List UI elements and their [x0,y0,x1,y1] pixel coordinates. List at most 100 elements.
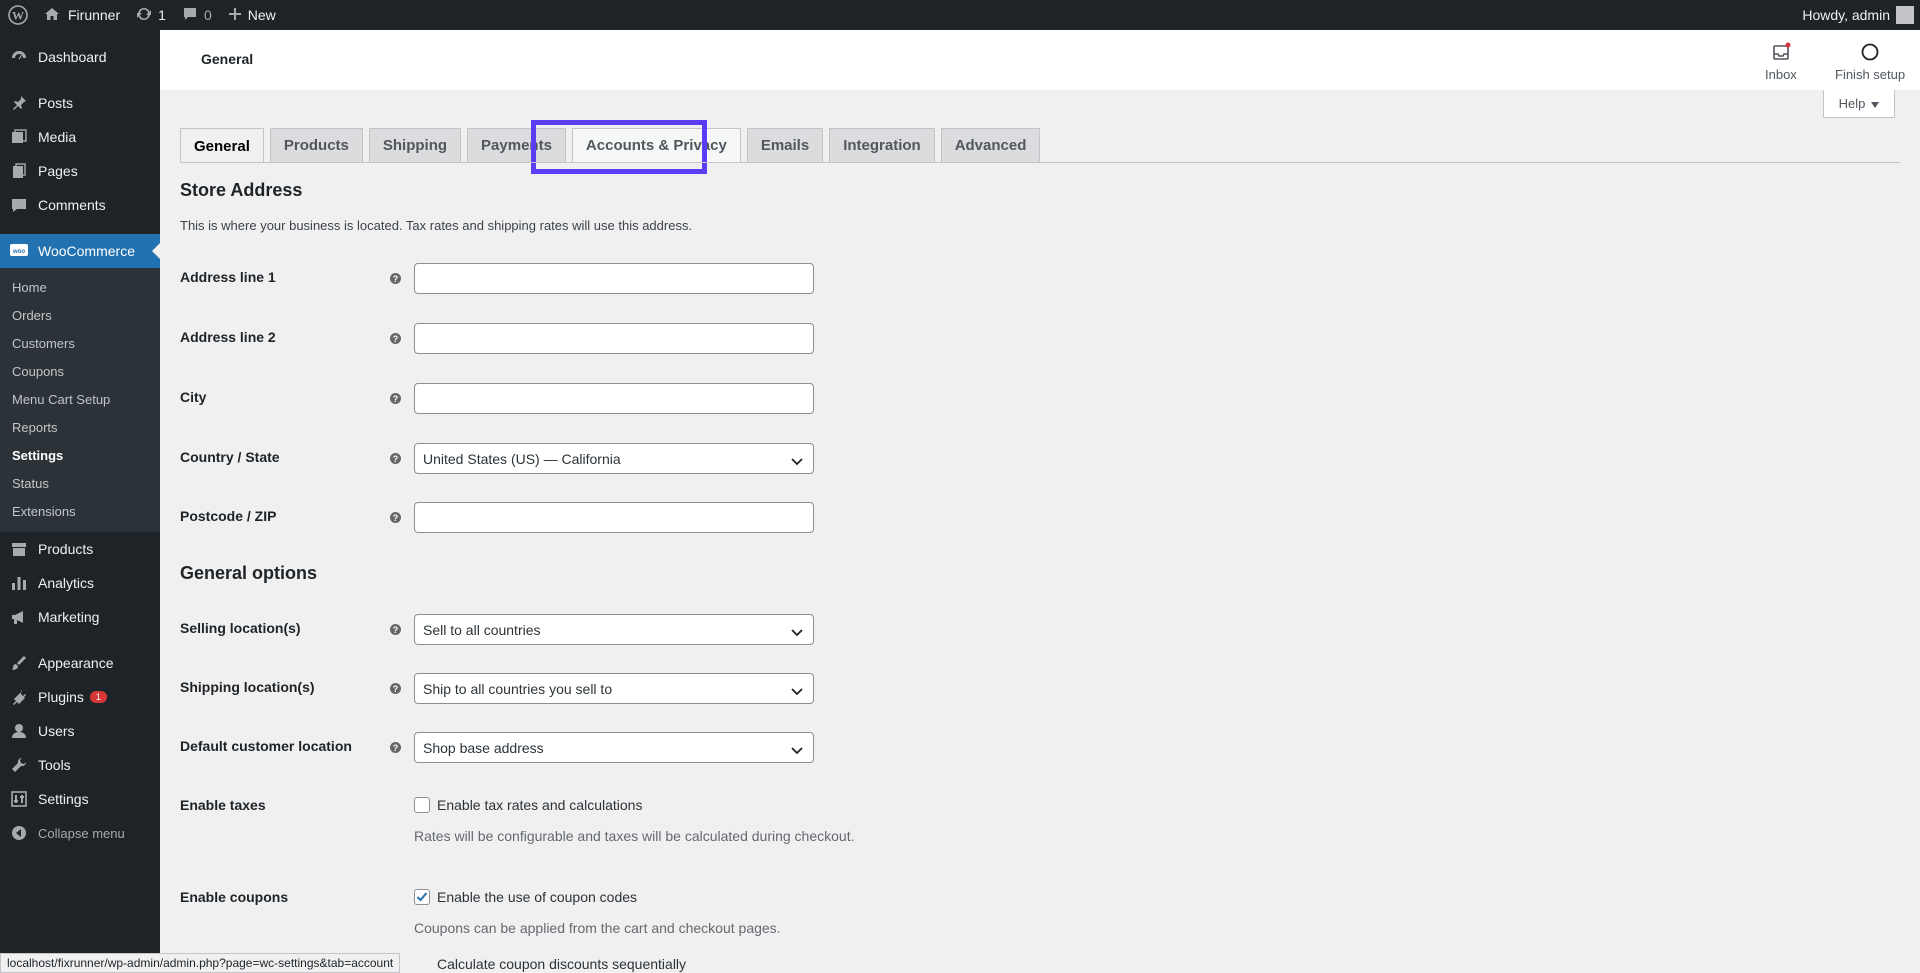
enable-taxes-checkbox-label[interactable]: Enable tax rates and calculations [437,797,642,813]
inbox-button[interactable]: Inbox [1765,42,1797,82]
menu-label: Tools [38,757,71,773]
menu-label: WooCommerce [38,243,135,259]
help-tip-icon[interactable]: ? [390,333,401,344]
help-tip-icon[interactable]: ? [390,683,401,694]
wordpress-logo-icon[interactable]: W [0,0,36,30]
address-line-2-input[interactable] [414,323,814,354]
menu-label: Analytics [38,575,95,591]
media-icon [10,128,28,146]
enable-taxes-checkbox[interactable] [414,797,430,813]
woocommerce-icon: woo [10,242,28,260]
menu-settings[interactable]: Settings [0,782,160,816]
city-input[interactable] [414,383,814,414]
wrench-icon [10,756,28,774]
collapse-arrow-icon [10,824,28,842]
submenu-extensions[interactable]: Extensions [0,498,160,526]
default-customer-location-select[interactable]: Shop base address [414,732,814,763]
shipping-locations-select[interactable]: Ship to all countries you sell to [414,673,814,704]
selling-locations-value: Sell to all countries [423,621,541,638]
page-header: General Inbox Finish setup [160,30,1920,90]
plugins-update-badge: 1 [89,691,107,703]
tab-general[interactable]: General [180,128,264,163]
help-label: Help [1838,96,1866,111]
site-name-link[interactable]: Firunner [36,0,128,30]
collapse-menu-button[interactable]: Collapse menu [0,816,160,850]
address-line-1-input[interactable] [414,263,814,294]
page-title: General [201,51,254,67]
menu-comments[interactable]: Comments [0,188,160,222]
enable-coupons-checkbox-label[interactable]: Enable the use of coupon codes [437,889,637,905]
caret-down-icon [1871,96,1880,111]
help-tip-icon[interactable]: ? [390,624,401,635]
help-button[interactable]: Help [1823,90,1895,118]
site-name: Firunner [68,7,121,23]
inbox-label: Inbox [1765,67,1797,82]
browser-status-url: localhost/fixrunner/wp-admin/admin.php?p… [0,953,401,973]
megaphone-icon [10,608,28,626]
submenu-status[interactable]: Status [0,470,160,498]
help-tip-icon[interactable]: ? [390,393,401,404]
tab-products[interactable]: Products [269,128,363,162]
menu-label: Marketing [38,609,100,625]
comments-count: 0 [203,7,212,23]
menu-media[interactable]: Media [0,120,160,154]
woocommerce-submenu: Home Orders Customers Coupons Menu Cart … [0,268,160,532]
submenu-home[interactable]: Home [0,274,160,302]
menu-posts[interactable]: Posts [0,86,160,120]
tab-emails[interactable]: Emails [746,128,824,162]
finish-setup-label: Finish setup [1835,67,1906,82]
menu-plugins[interactable]: Plugins 1 [0,680,160,714]
menu-pages[interactable]: Pages [0,154,160,188]
howdy-text: Howdy, admin [1802,7,1890,23]
help-tip-icon[interactable]: ? [390,453,401,464]
submenu-settings[interactable]: Settings [0,442,160,470]
menu-dashboard[interactable]: Dashboard [0,40,160,74]
menu-label: Users [38,723,75,739]
inbox-icon [1765,42,1797,65]
avatar [1896,6,1914,24]
my-account[interactable]: Howdy, admin [1802,0,1914,30]
plus-icon [228,7,242,24]
menu-products[interactable]: Products [0,532,160,566]
comment-icon [182,6,198,25]
menu-tools[interactable]: Tools [0,748,160,782]
sequential-coupons-checkbox-label[interactable]: Calculate coupon discounts sequentially [437,956,686,972]
menu-label: Dashboard [38,49,107,65]
enable-coupons-label: Enable coupons [180,889,289,905]
menu-appearance[interactable]: Appearance [0,646,160,680]
comments-link[interactable]: 0 [174,0,220,30]
submenu-coupons[interactable]: Coupons [0,358,160,386]
chevron-down-icon [791,742,803,758]
submenu-menu-cart-setup[interactable]: Menu Cart Setup [0,386,160,414]
help-tip-icon[interactable]: ? [390,273,401,284]
submenu-orders[interactable]: Orders [0,302,160,330]
finish-setup-button[interactable]: Finish setup [1835,42,1905,82]
shipping-locations-label: Shipping location(s) [180,679,315,695]
chevron-down-icon [791,683,803,699]
menu-woocommerce[interactable]: woo WooCommerce [0,234,160,268]
tab-integration[interactable]: Integration [829,128,935,162]
menu-analytics[interactable]: Analytics [0,566,160,600]
tab-shipping[interactable]: Shipping [368,128,462,162]
country-state-label: Country / State [180,449,280,465]
menu-marketing[interactable]: Marketing [0,600,160,634]
help-tip-icon[interactable]: ? [390,742,401,753]
selling-locations-select[interactable]: Sell to all countries [414,614,814,645]
submenu-reports[interactable]: Reports [0,414,160,442]
new-content-link[interactable]: New [220,0,284,30]
shipping-locations-value: Ship to all countries you sell to [423,680,613,697]
enable-coupons-checkbox[interactable] [414,889,430,905]
pin-icon [10,94,28,112]
menu-users[interactable]: Users [0,714,160,748]
default-customer-location-label: Default customer location [180,738,352,754]
submenu-customers[interactable]: Customers [0,330,160,358]
country-state-select[interactable]: United States (US) — California [414,443,814,474]
menu-label: Appearance [38,655,114,671]
updates-count: 1 [158,7,166,23]
tab-advanced[interactable]: Advanced [940,128,1041,162]
help-tip-icon[interactable]: ? [390,512,401,523]
updates-link[interactable]: 1 [128,0,174,30]
postcode-input[interactable] [414,502,814,533]
menu-label: Collapse menu [38,825,125,841]
enable-taxes-label: Enable taxes [180,797,266,813]
